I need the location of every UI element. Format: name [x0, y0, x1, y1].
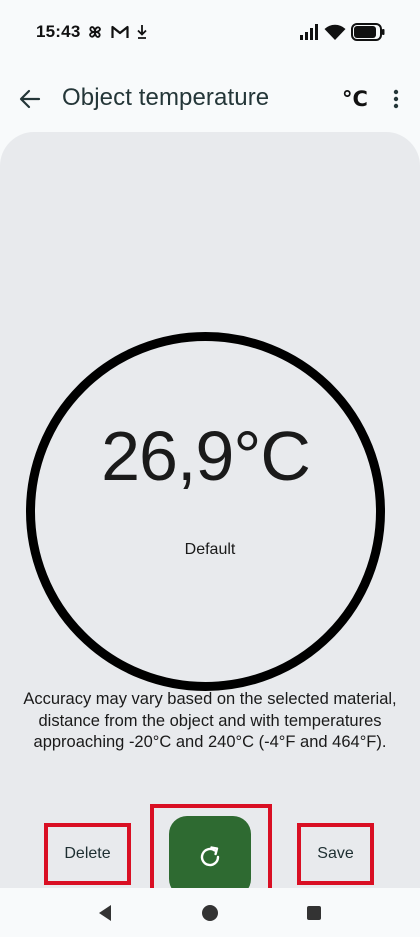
temperature-ring	[26, 332, 385, 691]
home-nav-icon	[202, 905, 218, 921]
status-time: 15:43	[36, 22, 81, 41]
material-label: Default	[184, 541, 236, 558]
more-vert-icon	[393, 89, 399, 109]
back-nav-icon	[99, 905, 111, 921]
delete-highlight-box	[44, 823, 131, 885]
back-button[interactable]	[14, 83, 46, 115]
unit-toggle-label: °C	[342, 87, 368, 111]
refresh-highlight-box	[150, 804, 272, 892]
home-nav-button[interactable]	[199, 902, 221, 924]
arrow-left-icon	[19, 89, 41, 109]
pinwheel-icon	[85, 22, 105, 42]
gmail-icon	[110, 22, 130, 42]
unit-toggle-button[interactable]: °C	[337, 83, 373, 115]
recents-nav-button[interactable]	[303, 902, 325, 924]
download-icon	[135, 22, 149, 42]
accuracy-note: Accuracy may vary based on the selected …	[23, 690, 397, 751]
status-bar: 15:43	[0, 0, 420, 66]
back-nav-button[interactable]	[94, 902, 116, 924]
save-highlight-box	[297, 823, 374, 885]
signal-icon	[298, 22, 320, 42]
system-nav-bar	[0, 888, 420, 937]
screen: 15:43 Object temperature °C 26,9°C Defau…	[0, 0, 420, 937]
app-bar: Object temperature °C	[0, 66, 420, 132]
more-options-button[interactable]	[384, 83, 408, 115]
page-title: Object temperature	[62, 84, 270, 111]
wifi-icon	[324, 22, 346, 42]
battery-icon	[351, 22, 385, 42]
temperature-value: 26,9°C	[101, 417, 311, 495]
recents-nav-icon	[307, 906, 321, 920]
